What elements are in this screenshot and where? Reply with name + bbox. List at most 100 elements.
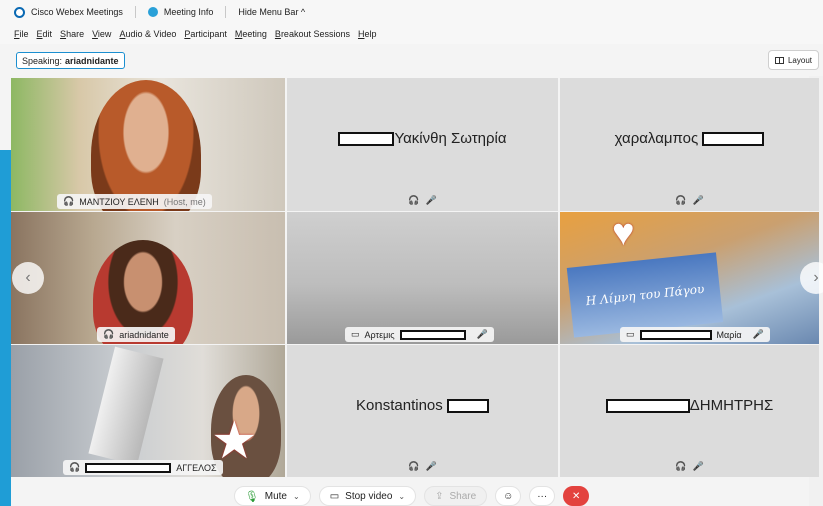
menu-breakout-sessions[interactable]: Breakout Sessions: [275, 29, 350, 39]
menu-meeting[interactable]: Meeting: [235, 29, 267, 39]
meeting-controls: 🎙 Mute ⌄ ▭ Stop video ⌄ ⇪ Share ☺ ··· ✕: [0, 486, 823, 506]
headset-icon: 🎧: [69, 462, 81, 472]
screen-icon: ▭: [626, 329, 635, 339]
headset-icon: 🎧: [675, 195, 687, 205]
speaking-name: ariadnidante: [65, 55, 119, 66]
title-separator: [134, 6, 136, 18]
headset-icon: 🎧: [408, 461, 420, 471]
participant-name-display: Υακίνθη Σωτηρία: [287, 130, 558, 147]
speaking-label: Speaking:: [22, 55, 63, 66]
left-accent-strip: [0, 150, 11, 506]
video-tile-participant[interactable]: ★ 🎧 ΑΓΓΕΛΟΣ: [11, 345, 285, 477]
headset-icon: 🎧: [408, 195, 420, 205]
video-feed: [287, 212, 558, 344]
menu-help[interactable]: Help: [358, 29, 377, 39]
share-icon: ⇪: [435, 490, 444, 502]
webex-logo-icon: [14, 6, 25, 18]
redacted-box: [338, 132, 395, 147]
leave-meeting-button[interactable]: ✕: [563, 486, 590, 506]
title-separator: [225, 6, 227, 18]
menu-bar: File Edit Share View Audio & Video Parti…: [0, 24, 823, 44]
redacted-box: [85, 462, 172, 473]
share-label: Share: [449, 490, 477, 502]
speaking-indicator: Speaking: ariadnidante: [16, 52, 125, 69]
screen-icon: ▭: [351, 329, 360, 339]
participant-name: ΔΗΜΗΤΡΗΣ: [689, 397, 774, 414]
stop-video-label: Stop video: [345, 490, 393, 502]
participant-label: 🎧 ΑΓΓΕΛΟΣ: [63, 460, 223, 475]
participant-name: ΜΑΝΤΖΙΟΥ ΕΛΕΝΗ: [79, 196, 159, 207]
menu-view[interactable]: View: [92, 29, 111, 39]
video-tile-active-speaker[interactable]: 🎧 ariadnidante: [11, 212, 285, 344]
muted-mic-icon: 🎤: [692, 195, 704, 205]
participant-name: Μαρία: [716, 329, 742, 340]
meeting-info-link[interactable]: Meeting Info: [164, 7, 214, 17]
menu-participant[interactable]: Participant: [184, 29, 227, 39]
video-tile-host[interactable]: 🎧 ΜΑΝΤΖΙΟΥ ΕΛΕΝΗ (Host, me): [11, 78, 285, 211]
more-options-button[interactable]: ···: [529, 486, 556, 506]
participant-name: ΑΓΓΕΛΟΣ: [176, 462, 217, 473]
menu-audio-video[interactable]: Audio & Video: [119, 29, 176, 39]
muted-mic-icon: 🎤: [692, 461, 704, 471]
chevron-down-icon[interactable]: ⌄: [398, 492, 405, 501]
chevron-down-icon[interactable]: ⌄: [293, 492, 300, 501]
participant-label: 🎧 ΜΑΝΤΖΙΟΥ ΕΛΕΝΗ (Host, me): [57, 194, 212, 209]
hide-menu-bar-button[interactable]: Hide Menu Bar ^: [238, 7, 305, 17]
meeting-info-icon[interactable]: [147, 7, 158, 17]
menu-edit[interactable]: Edit: [37, 29, 53, 39]
redacted-box: [702, 132, 765, 147]
audio-status: 🎧 🎤: [287, 461, 558, 472]
reactions-button[interactable]: ☺: [495, 486, 522, 506]
menu-file[interactable]: File: [14, 29, 29, 39]
participant-name: χαραλαμπος: [614, 130, 699, 147]
app-title: Cisco Webex Meetings: [31, 7, 123, 17]
audio-status: 🎧 🎤: [287, 195, 558, 206]
participant-name: Αρτεμις: [364, 329, 395, 340]
layout-button-label: Layout: [787, 55, 812, 65]
close-icon: ✕: [572, 490, 581, 502]
muted-mic-icon: 🎤: [425, 461, 437, 471]
microphone-icon: 🎙: [244, 490, 259, 503]
muted-mic-icon: 🎤: [425, 195, 437, 205]
participant-name-display: χαραλαμπος: [560, 130, 819, 147]
video-tile-participant[interactable]: ΔΗΜΗΤΡΗΣ 🎧 🎤: [560, 345, 819, 477]
participant-name: Υακίνθη Σωτηρία: [394, 130, 507, 147]
video-tile-participant[interactable]: Konstantinos 🎧 🎤: [287, 345, 558, 477]
participant-label: ▭ Αρτεμις 🎤: [345, 327, 494, 342]
audio-status: 🎧 🎤: [560, 195, 819, 206]
stop-video-button[interactable]: ▭ Stop video ⌄: [318, 486, 417, 506]
smiley-icon: ☺: [503, 490, 514, 502]
video-tile-participant[interactable]: χαραλαμπος 🎧 🎤: [560, 78, 819, 211]
menu-share[interactable]: Share: [60, 29, 84, 39]
participant-name: Konstantinos: [356, 397, 443, 414]
redacted-box: [399, 329, 466, 340]
muted-mic-icon: 🎤: [752, 329, 764, 339]
headset-icon: 🎧: [675, 461, 687, 471]
headset-icon: 🎧: [63, 196, 75, 206]
ellipsis-icon: ···: [537, 490, 548, 502]
participant-label: 🎧 ariadnidante: [97, 327, 175, 342]
participant-label: ▭ Μαρία 🎤: [620, 327, 770, 342]
layout-grid-icon: [774, 56, 784, 64]
redacted-box: [605, 399, 690, 414]
redacted-box: [639, 329, 712, 340]
previous-page-arrow[interactable]: ‹: [12, 262, 44, 294]
mute-button[interactable]: 🎙 Mute ⌄: [233, 486, 311, 506]
audio-status: 🎧 🎤: [560, 461, 819, 472]
video-tile-participant[interactable]: Υακίνθη Σωτηρία 🎧 🎤: [287, 78, 558, 211]
participant-name-display: ΔΗΜΗΤΡΗΣ: [560, 397, 819, 414]
share-button[interactable]: ⇪ Share: [424, 486, 488, 506]
participant-name: ariadnidante: [119, 329, 169, 340]
video-camera-icon: ▭: [329, 490, 340, 502]
mute-label: Mute: [264, 490, 287, 502]
muted-mic-icon: 🎤: [476, 329, 488, 339]
participant-role: (Host, me): [163, 196, 206, 207]
book-title: Η Λίμνη του Πάγου: [585, 281, 705, 309]
headset-icon: 🎧: [103, 329, 115, 339]
video-tile-participant[interactable]: ♥ Η Λίμνη του Πάγου ▭ Μαρία 🎤: [560, 212, 819, 344]
redacted-box: [446, 399, 489, 414]
layout-button[interactable]: Layout: [767, 50, 819, 70]
video-tile-participant[interactable]: ▭ Αρτεμις 🎤: [287, 212, 558, 344]
participant-name-display: Konstantinos: [287, 397, 558, 414]
heart-icon: ♥: [612, 212, 635, 254]
